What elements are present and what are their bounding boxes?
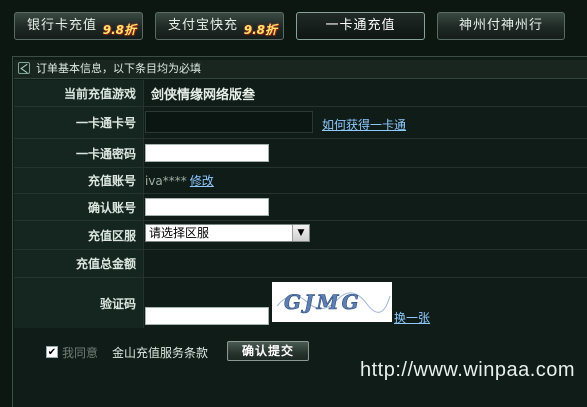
total-label: 充值总金额 [14, 250, 144, 277]
captcha-label: 验证码 [14, 278, 144, 328]
captcha-graphic: GJMG [276, 290, 391, 314]
payment-tabs: 银行卡充值 9.8折 支付宝快充 9.8折 一卡通充值 神州付神州行 [0, 0, 587, 50]
watermark-text: http://www.winpaa.com [360, 359, 576, 381]
agree-checkbox[interactable]: ✔ [46, 346, 58, 358]
collapse-icon[interactable] [18, 62, 30, 74]
discount-badge: 9.8折 [243, 23, 277, 37]
tab-alipay[interactable]: 支付宝快充 9.8折 [155, 12, 284, 40]
account-display: iva**** 修改 [145, 168, 214, 193]
card-number-input[interactable] [145, 111, 313, 133]
row-confirm-account: 确认账号 [14, 194, 587, 221]
row-account: 充值账号 iva**** 修改 [14, 168, 587, 194]
confirm-account-input[interactable] [145, 198, 269, 216]
notice-text: 订单基本信息，以下条目均为必填 [36, 62, 201, 75]
tab-label: 支付宝快充 [168, 18, 239, 33]
terms-text: 金山充值服务条款 [112, 345, 209, 360]
tab-bank-card[interactable]: 银行卡充值 9.8折 [14, 12, 143, 40]
row-game: 当前充值游戏 剑侠情缘网络版叁 [14, 80, 587, 107]
server-select[interactable]: 请选择区服 ▼ [145, 224, 310, 242]
notice-bar: 订单基本信息，以下条目均为必填 [14, 60, 587, 79]
card-help-link[interactable]: 如何获得一卡通 [322, 116, 406, 133]
row-total: 充值总金额 [14, 250, 587, 278]
account-edit-link[interactable]: 修改 [190, 172, 214, 189]
card-password-input[interactable] [145, 144, 269, 162]
chevron-down-icon[interactable]: ▼ [292, 225, 309, 241]
game-label: 当前充值游戏 [14, 80, 144, 106]
discount-badge: 9.8折 [102, 23, 136, 37]
agreement: ✔ 我同意 金山充值服务条款 [46, 344, 208, 360]
captcha-input[interactable] [145, 307, 269, 325]
agree-text: 我同意 [62, 345, 99, 360]
captcha-text: GJMG [284, 290, 362, 314]
card-password-label: 一卡通密码 [14, 139, 144, 167]
tab-ykt-card[interactable]: 一卡通充值 [296, 12, 425, 40]
account-value: iva**** [145, 173, 187, 188]
game-value: 剑侠情缘网络版叁 [151, 87, 256, 103]
row-server: 充值区服 请选择区服 ▼ [14, 221, 587, 250]
tab-label: 银行卡充值 [27, 18, 98, 33]
confirm-account-label: 确认账号 [14, 194, 144, 220]
row-card-password: 一卡通密码 [14, 139, 587, 168]
row-card-number: 一卡通卡号 如何获得一卡通 [14, 107, 587, 139]
tab-shenzhoufu[interactable]: 神州付神州行 [437, 12, 565, 40]
server-selected: 请选择区服 [149, 226, 210, 240]
server-label: 充值区服 [14, 221, 144, 249]
tab-label: 神州付神州行 [458, 18, 543, 33]
row-captcha: 验证码 GJMG 换一张 [14, 278, 587, 328]
captcha-image: GJMG [272, 282, 392, 322]
captcha-refresh-link[interactable]: 换一张 [394, 309, 430, 326]
card-number-label: 一卡通卡号 [14, 107, 144, 138]
submit-button[interactable]: 确认提交 [227, 341, 309, 361]
account-label: 充值账号 [14, 168, 144, 193]
tab-label: 一卡通充值 [325, 18, 396, 33]
